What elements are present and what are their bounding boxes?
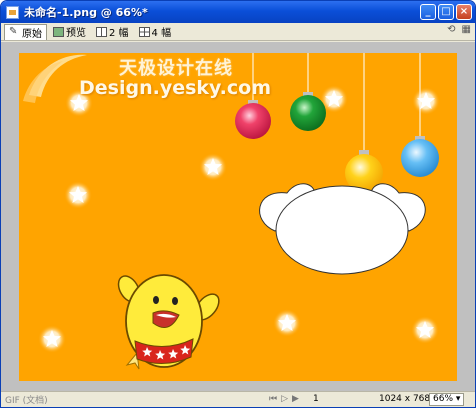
ornament-blue [401, 53, 439, 177]
grid-icon[interactable]: ▦ [462, 24, 471, 35]
watermark: 天极设计在线 Design.yesky.com [23, 53, 299, 103]
chick-character [117, 274, 220, 370]
two-up-icon [96, 26, 107, 37]
white-blob-shape [259, 183, 426, 275]
window-controls: _ □ × [420, 4, 472, 20]
window-title: 未命名-1.png @ 66%* [24, 6, 148, 19]
document-window: 未命名-1.png @ 66%* _ □ × ✎ 原始 预览 2 幅 4 幅 ⟲… [0, 0, 476, 408]
optimize-icon[interactable]: ⟲ [447, 24, 455, 35]
star-6 [273, 309, 301, 337]
frame-navigation: ⏮ ▷ ▶ [269, 394, 299, 404]
minimize-button[interactable]: _ [420, 4, 436, 20]
four-up-icon [138, 26, 150, 37]
star-5 [412, 87, 440, 115]
maximize-button[interactable]: □ [438, 4, 454, 20]
close-button[interactable]: × [456, 4, 472, 20]
tab-preview-label: 预览 [66, 28, 86, 39]
view-tabs: ✎ 原始 预览 2 幅 4 幅 ⟲ ▦ [1, 23, 475, 41]
star-3 [64, 181, 92, 209]
ornament-yellow [345, 53, 383, 192]
tab-4-up-label: 4 幅 [151, 28, 172, 39]
star-8 [38, 325, 66, 353]
first-frame-icon[interactable]: ⏮ [269, 394, 277, 404]
preview-icon [53, 26, 64, 37]
zoom-value: 66% [433, 394, 454, 404]
document-type: GIF (文档) [5, 396, 48, 406]
star-2 [199, 153, 227, 181]
tab-original-label: 原始 [22, 28, 42, 40]
document-icon [6, 5, 19, 19]
star-7 [411, 316, 439, 344]
frame-number: 1 [313, 394, 319, 404]
tab-4-up[interactable]: 4 幅 [135, 24, 176, 40]
image-canvas[interactable]: 天极设计在线 Design.yesky.com [19, 53, 457, 381]
tab-right-tools: ⟲ ▦ [447, 24, 471, 35]
zoom-select[interactable]: 66% ▾ [429, 393, 465, 406]
canvas-area[interactable]: 天极设计在线 Design.yesky.com [1, 42, 475, 391]
chevron-down-icon: ▾ [455, 394, 461, 404]
tab-preview[interactable]: 预览 [49, 24, 90, 40]
status-bar: GIF (文档) ⏮ ▷ ▶ 1 1024 x 768 66% ▾ [1, 391, 475, 407]
next-frame-icon[interactable]: ▶ [292, 394, 299, 404]
watermark-english: Design.yesky.com [79, 77, 272, 99]
tab-2-up-label: 2 幅 [109, 28, 129, 39]
title-bar[interactable]: 未命名-1.png @ 66%* _ □ × [1, 1, 475, 23]
play-icon[interactable]: ▷ [281, 394, 288, 404]
pen-icon: ✎ [9, 26, 18, 37]
canvas-dimensions: 1024 x 768 [379, 394, 431, 404]
tab-2-up[interactable]: 2 幅 [92, 24, 133, 40]
tab-original[interactable]: ✎ 原始 [4, 23, 47, 40]
